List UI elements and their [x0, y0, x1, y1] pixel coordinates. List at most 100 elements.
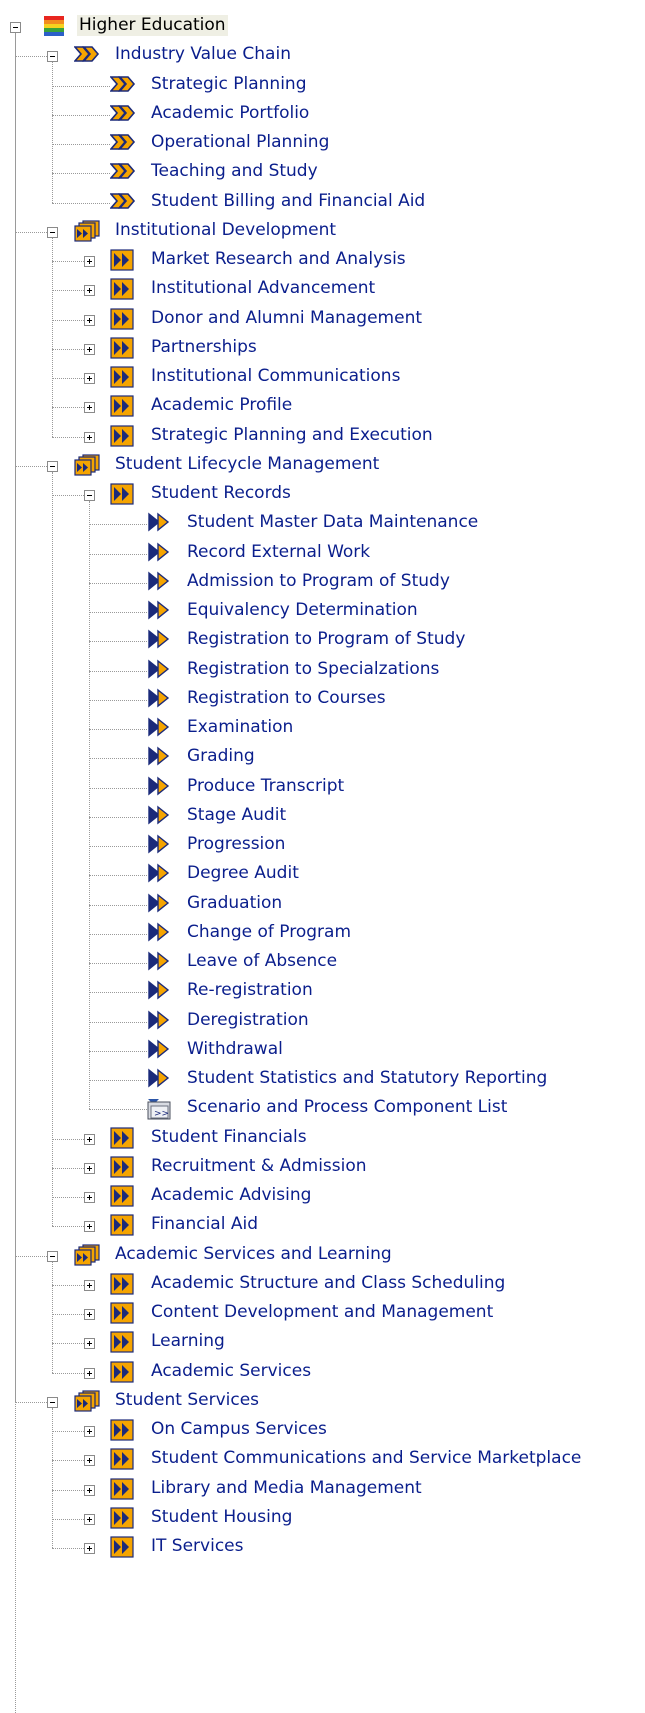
tree-node-label[interactable]: Strategic Planning: [149, 74, 308, 95]
tree-node-label[interactable]: Withdrawal: [185, 1039, 285, 1060]
tree-connector-line: [52, 495, 84, 496]
expand-toggle[interactable]: [84, 1163, 95, 1174]
tree-node-label[interactable]: Degree Audit: [185, 863, 301, 884]
expand-toggle[interactable]: [84, 1280, 95, 1291]
tree-node-label[interactable]: Academic Services: [149, 1361, 313, 1382]
tree-node-label[interactable]: Student Statistics and Statutory Reporti…: [185, 1068, 549, 1089]
tree-node-label[interactable]: Graduation: [185, 893, 284, 914]
collapse-toggle[interactable]: [47, 1397, 58, 1408]
tree-node-label[interactable]: Strategic Planning and Execution: [149, 425, 435, 446]
tree-node-label[interactable]: Equivalency Determination: [185, 600, 420, 621]
tree-node-label[interactable]: Leave of Absence: [185, 951, 339, 972]
tree-node-label[interactable]: Operational Planning: [149, 132, 331, 153]
tree-node-label[interactable]: Market Research and Analysis: [149, 249, 408, 270]
expand-toggle[interactable]: [84, 1192, 95, 1203]
tree-node-label[interactable]: Re-registration: [185, 980, 315, 1001]
collapse-toggle[interactable]: [84, 490, 95, 501]
tree-node-label[interactable]: Admission to Program of Study: [185, 571, 452, 592]
expand-toggle[interactable]: [84, 1134, 95, 1145]
tree-node-label[interactable]: Record External Work: [185, 542, 372, 563]
tree-connector-line: [89, 817, 147, 818]
tree-node-label[interactable]: Grading: [185, 746, 257, 767]
expand-toggle[interactable]: [84, 1338, 95, 1349]
tree-root-label[interactable]: Higher Education: [77, 15, 228, 36]
collapse-toggle[interactable]: [47, 1251, 58, 1262]
tree-node-label[interactable]: Registration to Specialzations: [185, 659, 441, 680]
collapse-toggle[interactable]: [47, 51, 58, 62]
tree-node-label[interactable]: Institutional Communications: [149, 366, 402, 387]
tree-node-label[interactable]: Teaching and Study: [149, 161, 320, 182]
tree-node-label[interactable]: Academic Portfolio: [149, 103, 311, 124]
expand-toggle[interactable]: [84, 1514, 95, 1525]
tree-node-label[interactable]: Content Development and Management: [149, 1302, 495, 1323]
process-icon: [110, 1331, 134, 1358]
tree-node-label[interactable]: Learning: [149, 1331, 227, 1352]
expand-toggle[interactable]: [84, 1309, 95, 1320]
tree-node-label[interactable]: Progression: [185, 834, 287, 855]
process-icon: [110, 1478, 134, 1505]
expand-toggle[interactable]: [84, 344, 95, 355]
tree-connector-line: [15, 1256, 47, 1257]
expand-toggle[interactable]: [84, 315, 95, 326]
tree-node-label[interactable]: Academic Advising: [149, 1185, 313, 1206]
tree-node-label[interactable]: Student Billing and Financial Aid: [149, 191, 427, 212]
tree-node-label[interactable]: Institutional Development: [113, 220, 338, 241]
tree-node-label[interactable]: Student Master Data Maintenance: [185, 512, 480, 533]
expand-toggle[interactable]: [84, 373, 95, 384]
tree-node-label[interactable]: Student Lifecycle Management: [113, 454, 381, 475]
process-tree: Higher Education Industry Value Chain Str…: [0, 0, 645, 1713]
tree-connector-line: [52, 472, 53, 1226]
tree-node-label[interactable]: Student Records: [149, 483, 293, 504]
expand-toggle[interactable]: [84, 1485, 95, 1496]
tree-node-label[interactable]: Partnerships: [149, 337, 259, 358]
tree-node-label[interactable]: Academic Structure and Class Scheduling: [149, 1273, 507, 1294]
tree-node-label[interactable]: Student Communications and Service Marke…: [149, 1448, 583, 1469]
collapse-toggle[interactable]: [10, 22, 21, 33]
expand-toggle[interactable]: [84, 432, 95, 443]
tree-node-label[interactable]: Academic Services and Learning: [113, 1244, 394, 1265]
tree-node-label[interactable]: Industry Value Chain: [113, 44, 293, 65]
tree-node-label[interactable]: Scenario and Process Component List: [185, 1097, 509, 1118]
tree-node-label[interactable]: Deregistration: [185, 1010, 311, 1031]
process-folder-icon: [74, 1390, 102, 1417]
process-icon: [110, 395, 134, 422]
tree-node-label[interactable]: Registration to Program of Study: [185, 629, 467, 650]
expand-toggle[interactable]: [84, 1426, 95, 1437]
tree-node-label[interactable]: Stage Audit: [185, 805, 288, 826]
expand-toggle[interactable]: [84, 1455, 95, 1466]
tree-node-label[interactable]: Student Housing: [149, 1507, 294, 1528]
tree-node-label[interactable]: Financial Aid: [149, 1214, 260, 1235]
tree-node-label[interactable]: Library and Media Management: [149, 1478, 424, 1499]
tree-node-label[interactable]: Institutional Advancement: [149, 278, 377, 299]
tree-node-label[interactable]: Change of Program: [185, 922, 353, 943]
svg-text:>>: >>: [154, 1109, 169, 1119]
tree-node-label[interactable]: Donor and Alumni Management: [149, 308, 424, 329]
process-icon: [110, 1419, 134, 1446]
process-step-icon: [147, 512, 175, 537]
process-step-icon: [147, 951, 175, 976]
expand-toggle[interactable]: [84, 1221, 95, 1232]
tree-node-label[interactable]: Produce Transcript: [185, 776, 346, 797]
tree-node-label[interactable]: IT Services: [149, 1536, 246, 1557]
process-icon: [110, 1448, 134, 1475]
tree-node-label[interactable]: Academic Profile: [149, 395, 294, 416]
expand-toggle[interactable]: [84, 256, 95, 267]
tree-node-label[interactable]: Student Financials: [149, 1127, 309, 1148]
expand-toggle[interactable]: [84, 285, 95, 296]
expand-toggle[interactable]: [84, 402, 95, 413]
value-chain-icon: [109, 74, 140, 99]
process-folder-icon: [74, 220, 102, 247]
tree-node-label[interactable]: Registration to Courses: [185, 688, 388, 709]
tree-node-label[interactable]: On Campus Services: [149, 1419, 329, 1440]
collapse-toggle[interactable]: [47, 227, 58, 238]
tree-connector-line: [52, 1197, 84, 1198]
collapse-toggle[interactable]: [47, 461, 58, 472]
tree-node-label[interactable]: Recruitment & Admission: [149, 1156, 369, 1177]
process-step-icon: [147, 893, 175, 918]
tree-node-label[interactable]: Student Services: [113, 1390, 261, 1411]
expand-toggle[interactable]: [84, 1368, 95, 1379]
tree-connector-line: [89, 992, 147, 993]
expand-toggle[interactable]: [84, 1543, 95, 1554]
value-chain-icon: [73, 44, 104, 69]
tree-node-label[interactable]: Examination: [185, 717, 295, 738]
